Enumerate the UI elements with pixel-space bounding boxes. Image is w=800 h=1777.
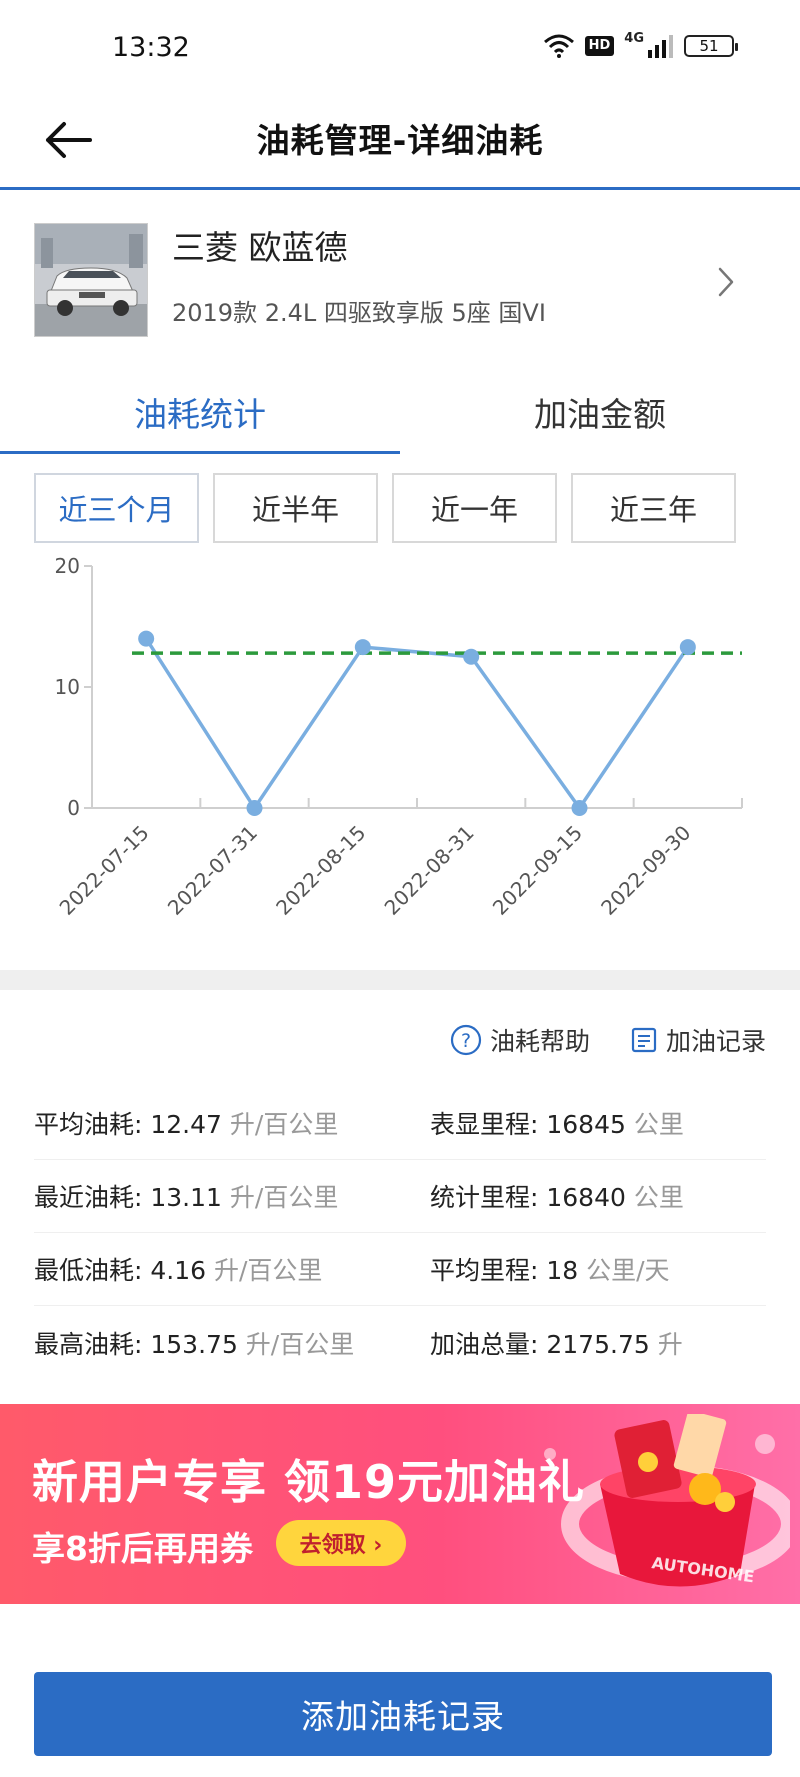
x-tick-label: 2022-08-31 [380,821,479,920]
stat-value: 13.11 [150,1183,222,1212]
question-icon: ? [450,1024,482,1056]
promo-banner[interactable]: 新用户专享 领19元加油礼 享8折后再用券 去领取 › AUTOHOME [0,1404,800,1604]
tab-fuel-stats[interactable]: 油耗统计 [0,370,400,454]
y-tick-label: 20 [55,554,80,578]
stat-value: 16840 [546,1183,626,1212]
refuel-records-link[interactable]: 加油记录 [630,1022,766,1058]
wifi-icon [543,34,574,58]
chevron-right-icon [718,267,734,297]
list-icon [631,1027,657,1053]
x-tick-label: 2022-07-31 [163,821,262,920]
claim-button[interactable]: 去领取 › [276,1520,406,1566]
fuel-chart-svg: 010202022-07-15 2022-07-31 2022-08-15 2022-… [55,554,743,920]
tab-fuel-amount[interactable]: 加油金额 [400,370,800,454]
counted-mileage: 统计里程: 16840 公里 [430,1178,766,1214]
fuel-help-link[interactable]: ? 油耗帮助 [450,1022,590,1058]
min-consumption: 最低油耗: 4.16 升/百公里 [34,1251,430,1287]
data-point [138,630,155,647]
stat-value: 12.47 [150,1110,222,1139]
section-divider [0,970,800,990]
stat-unit: 公里/天 [578,1256,670,1285]
car-name: 三菱 欧蓝德 [172,228,348,267]
range-selector: 近三个月 近半年 近一年 近三年 [34,473,736,543]
stat-value: 153.75 [150,1329,238,1359]
range-1-year-button[interactable]: 近一年 [392,473,557,543]
stat-label: 最近油耗: [34,1183,151,1212]
range-3-months-button[interactable]: 近三个月 [34,473,199,543]
status-bar: 13:32 HD 4G 51 [0,0,800,90]
stat-unit: 升/百公里 [237,1329,355,1359]
help-row: ? 油耗帮助 加油记录 [450,1022,766,1058]
x-tick-label: 2022-09-30 [596,821,695,920]
battery-level: 51 [699,37,719,55]
stat-label: 最高油耗: [34,1329,151,1359]
svg-text:?: ? [461,1030,471,1052]
stat-label: 最低油耗: [34,1256,151,1285]
stat-value: 4.16 [150,1256,207,1285]
stats-row: 最近油耗: 13.11 升/百公里 统计里程: 16840 公里 [34,1160,766,1233]
y-tick-label: 10 [55,675,80,699]
stats-table: 平均油耗: 12.47 升/百公里 表显里程: 16845 公里 最近油耗: 1… [34,1087,766,1379]
x-tick-label: 2022-08-15 [271,821,370,920]
stat-unit: 公里 [625,1110,684,1139]
status-icons: HD 4G 51 [543,30,738,58]
data-point [679,639,696,656]
stat-label: 加油总量: [430,1329,547,1359]
refuel-records-label: 加油记录 [665,1027,766,1056]
network-type: 4G [624,30,644,46]
stat-unit: 升/百公里 [206,1256,323,1285]
page-title: 油耗管理-详细油耗 [256,121,544,160]
banner-subtitle: 享8折后再用券 [32,1529,253,1568]
gift-box-icon: AUTOHOME [544,1414,790,1587]
fuel-help-label: 油耗帮助 [489,1027,590,1056]
stat-unit: 升/百公里 [221,1183,339,1212]
stats-row: 最低油耗: 4.16 升/百公里 平均里程: 18 公里/天 [34,1233,766,1306]
data-point [463,648,480,665]
stat-unit: 升/百公里 [221,1110,339,1139]
header: 油耗管理-详细油耗 [0,90,800,190]
avg-consumption: 平均油耗: 12.47 升/百公里 [34,1105,430,1141]
stat-value: 2175.75 [546,1329,650,1359]
stat-label: 平均油耗: [34,1110,151,1139]
stat-value: 16845 [546,1110,626,1139]
data-point [354,639,371,656]
banner-title: 新用户专享 领19元加油礼 [32,1455,586,1509]
stat-unit: 公里 [625,1183,684,1212]
max-consumption: 最高油耗: 153.75 升/百公里 [34,1325,430,1361]
range-3-years-button[interactable]: 近三年 [571,473,736,543]
data-point [246,800,263,816]
x-tick-label: 2022-09-15 [488,821,587,920]
stats-row: 最高油耗: 153.75 升/百公里 加油总量: 2175.75 升 [34,1306,766,1379]
data-point [571,800,588,816]
series-line [144,637,690,810]
stat-unit: 升 [649,1329,683,1359]
status-time: 13:32 [112,32,190,63]
tab-bar: 油耗统计 加油金额 [0,370,800,454]
avg-daily-mileage: 平均里程: 18 公里/天 [430,1251,766,1287]
stat-label: 表显里程: [430,1110,547,1139]
odometer-mileage: 表显里程: 16845 公里 [430,1105,766,1141]
car-info-card[interactable]: 三菱 欧蓝德 2019款 2.4L 四驱致享版 5座 国VI [0,193,800,363]
signal-icon [648,35,673,58]
add-fuel-record-button[interactable]: 添加油耗记录 [34,1672,772,1756]
car-model: 2019款 2.4L 四驱致享版 5座 国VI [172,299,546,327]
y-tick-label: 0 [67,796,80,820]
stats-row: 平均油耗: 12.47 升/百公里 表显里程: 16845 公里 [34,1087,766,1160]
total-refuel: 加油总量: 2175.75 升 [430,1325,766,1361]
stat-value: 18 [546,1256,579,1285]
recent-consumption: 最近油耗: 13.11 升/百公里 [34,1178,430,1214]
fuel-chart: 0 10 20 2022-07-15 2022-07-31 2022-08-15 2022-… [0,550,800,970]
car-thumbnail [34,223,148,337]
range-half-year-button[interactable]: 近半年 [213,473,378,543]
stat-label: 统计里程: [430,1183,547,1212]
stat-label: 平均里程: [430,1256,547,1285]
battery-icon: 51 [684,35,738,57]
hd-badge: HD [584,36,615,56]
x-tick-label: 2022-07-15 [55,821,154,920]
car-image-icon [35,224,147,336]
